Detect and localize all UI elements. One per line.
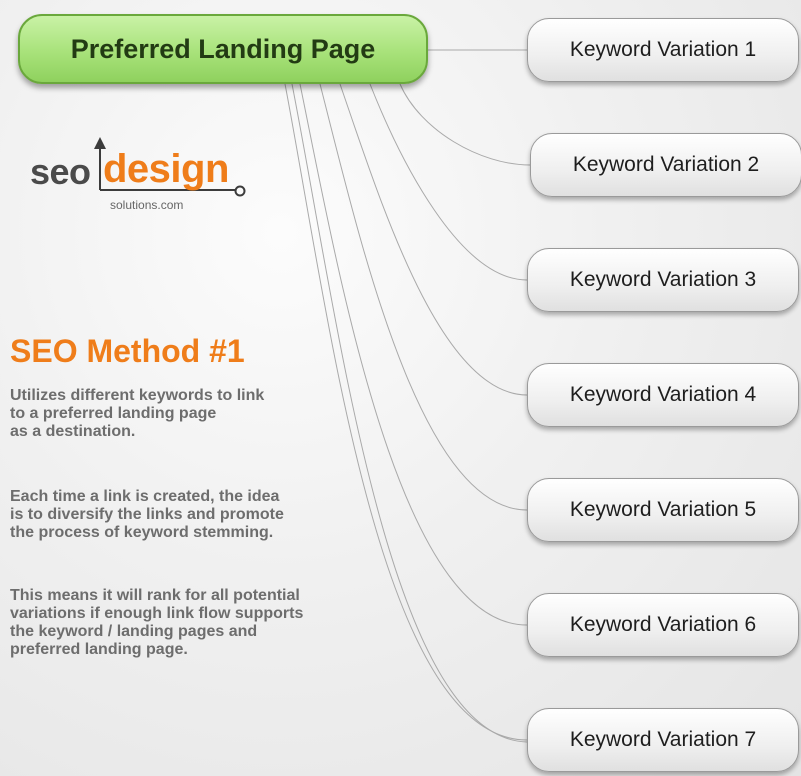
keyword-node-3: Keyword Variation 3 xyxy=(527,248,799,312)
keyword-node-6: Keyword Variation 6 xyxy=(527,593,799,657)
preferred-landing-page-node: Preferred Landing Page xyxy=(18,14,428,84)
logo-seo-text: seo xyxy=(30,151,91,192)
keyword-node-4: Keyword Variation 4 xyxy=(527,363,799,427)
diagram-canvas: Preferred Landing Page Keyword Variation… xyxy=(0,0,801,776)
connector-2 xyxy=(399,83,531,166)
keyword-node-2: Keyword Variation 2 xyxy=(530,133,801,197)
method-paragraph-2: Each time a link is created, the idea is… xyxy=(10,488,284,541)
method-paragraph-1: Utilizes different keywords to link to a… xyxy=(10,387,265,440)
keyword-node-1: Keyword Variation 1 xyxy=(527,18,799,82)
method-paragraph-3: This means it will rank for all potentia… xyxy=(10,587,304,658)
connector-3 xyxy=(369,83,528,281)
connector-4 xyxy=(339,83,528,396)
method-title: SEO Method #1 xyxy=(10,333,245,369)
seo-design-logo: seo design solutions.com xyxy=(30,135,260,225)
logo-design-text: design xyxy=(103,147,229,191)
keyword-node-5: Keyword Variation 5 xyxy=(527,478,799,542)
keyword-node-7: Keyword Variation 7 xyxy=(527,708,799,772)
logo-domain-text: solutions.com xyxy=(110,198,184,212)
